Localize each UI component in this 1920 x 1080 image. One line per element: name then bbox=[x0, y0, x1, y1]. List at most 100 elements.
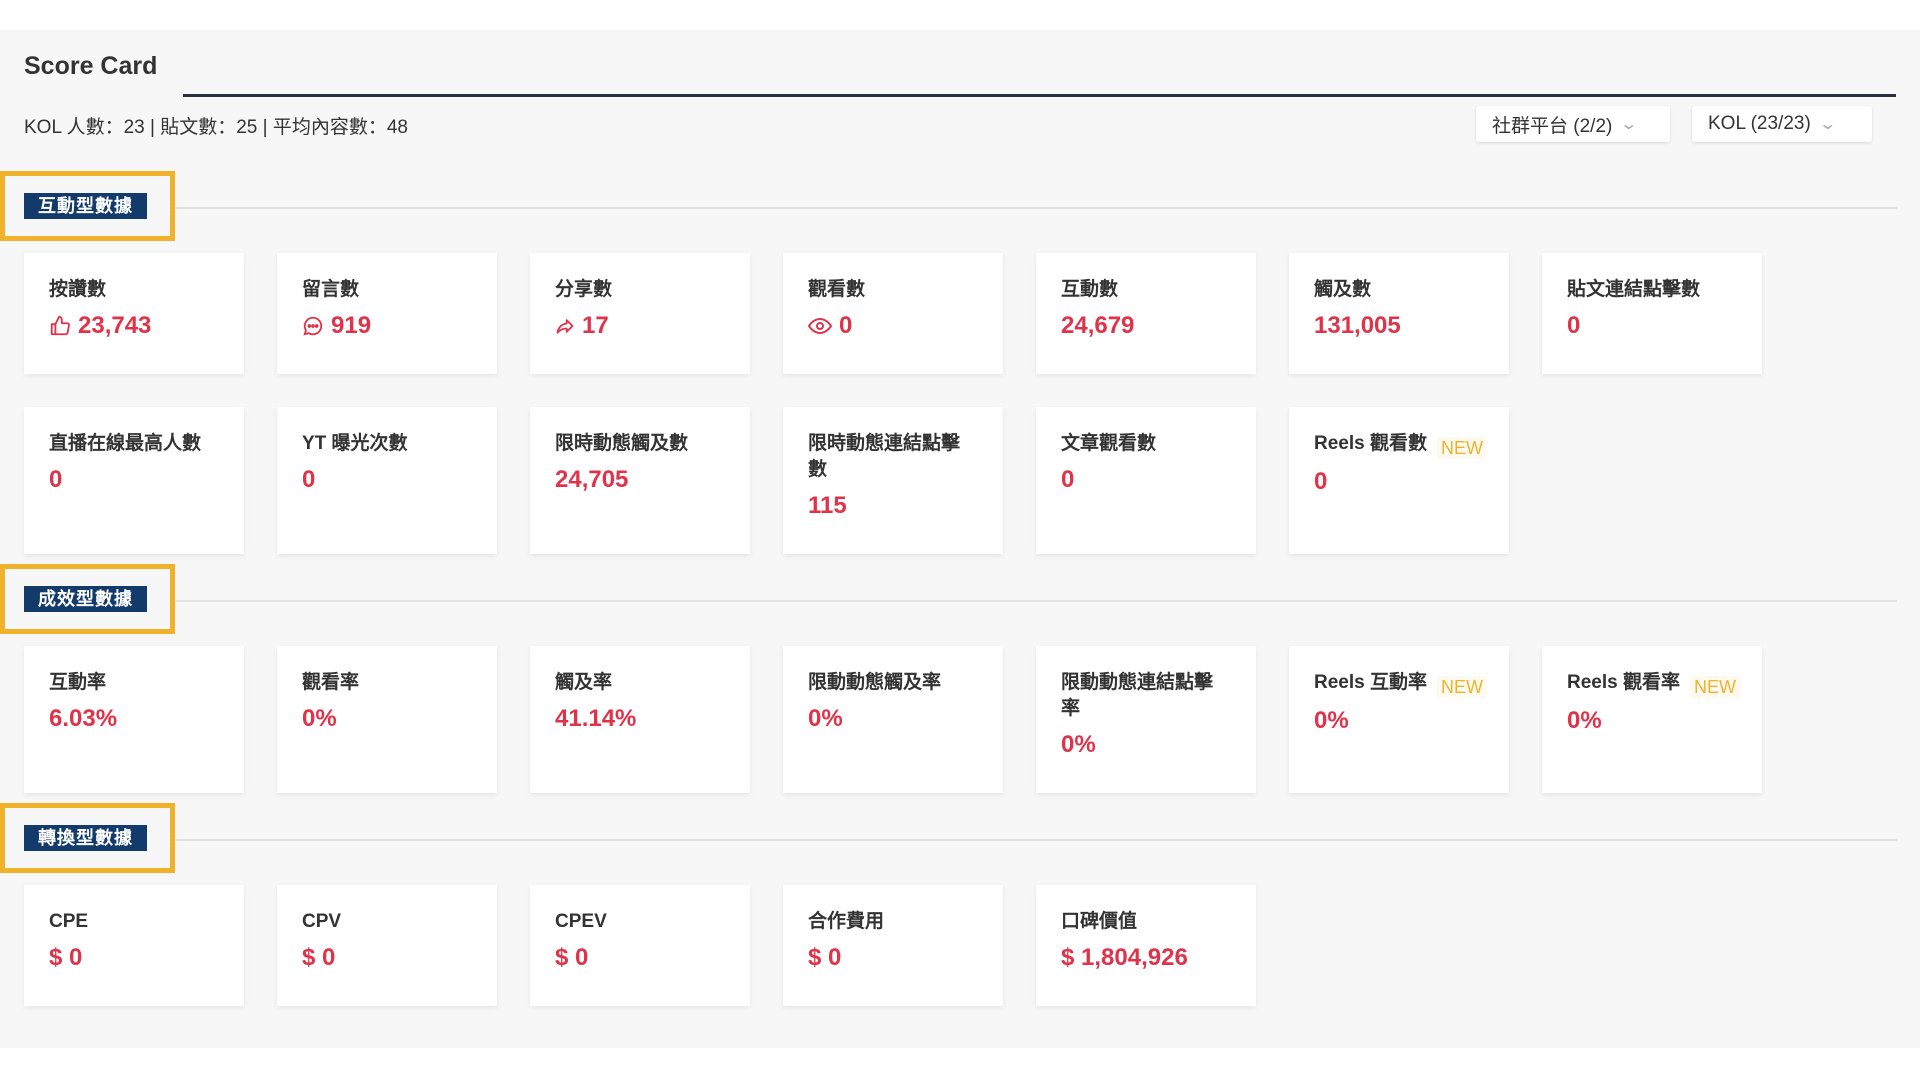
platform-filter-dropdown[interactable]: 社群平台 (2/2) ⌄ bbox=[1476, 106, 1670, 142]
metric-label: 限動動態連結點擊率 bbox=[1061, 672, 1214, 719]
metric-label: 觸及數 bbox=[1314, 279, 1372, 300]
metric-label: CPE bbox=[49, 911, 89, 932]
metric-card-reels-view-rate: Reels 觀看率 NEW 0% bbox=[1542, 646, 1762, 793]
metric-card-word-of-mouth-value: 口碑價值 $ 1,804,926 bbox=[1036, 885, 1256, 1006]
metric-card-cpe: CPE $ 0 bbox=[24, 885, 244, 1006]
metric-card-cpev: CPEV $ 0 bbox=[530, 885, 750, 1006]
metric-value: 23,743 bbox=[78, 312, 152, 339]
metric-label: Reels 觀看數 bbox=[1314, 433, 1427, 454]
metric-label: 觸及率 bbox=[555, 672, 613, 693]
metric-label: 互動數 bbox=[1061, 279, 1119, 300]
new-badge: NEW bbox=[1690, 676, 1740, 698]
metric-label: YT 曝光次數 bbox=[302, 433, 408, 454]
share-icon bbox=[555, 316, 575, 336]
metric-card-story-reach: 限時動態觸及數 24,705 bbox=[530, 407, 750, 554]
metric-card-shares: 分享數 17 bbox=[530, 253, 750, 374]
score-card-panel: Score Card KOL 人數：23 | 貼文數：25 | 平均內容數：48… bbox=[0, 30, 1920, 1048]
metric-label: Reels 觀看率 bbox=[1567, 672, 1680, 693]
section-tag: 轉換型數據 bbox=[24, 825, 147, 851]
metric-label: 留言數 bbox=[302, 279, 360, 300]
section-header-conversion: 轉換型數據 bbox=[0, 803, 1920, 873]
metric-label: 分享數 bbox=[555, 279, 613, 300]
metric-label: 限時動態觸及數 bbox=[555, 433, 689, 454]
summary-stats: KOL 人數：23 | 貼文數：25 | 平均內容數：48 bbox=[24, 117, 408, 138]
metric-value: 0 bbox=[49, 466, 63, 493]
comment-icon bbox=[302, 315, 324, 337]
metric-label: 按讚數 bbox=[49, 279, 107, 300]
eye-icon bbox=[808, 316, 832, 336]
metric-card-engagement-rate: 互動率 6.03% bbox=[24, 646, 244, 793]
metric-value: 6.03% bbox=[49, 705, 118, 732]
metric-card-story-link-click-rate: 限動動態連結點擊率 0% bbox=[1036, 646, 1256, 793]
metric-card-collab-fee: 合作費用 $ 0 bbox=[783, 885, 1003, 1006]
section-divider bbox=[175, 600, 1897, 602]
metric-card-post-link-clicks: 貼文連結點擊數 0 bbox=[1542, 253, 1762, 374]
metric-card-cpv: CPV $ 0 bbox=[277, 885, 497, 1006]
metric-value: 0 bbox=[1567, 312, 1581, 339]
section-tag: 互動型數據 bbox=[24, 193, 147, 219]
metric-label: 限時動態連結點擊數 bbox=[808, 433, 961, 480]
metric-label: 直播在線最高人數 bbox=[49, 433, 202, 454]
metric-value: 17 bbox=[582, 312, 609, 339]
metric-value: 0% bbox=[808, 705, 843, 732]
metric-value: 0 bbox=[1061, 466, 1075, 493]
metric-value: $ 0 bbox=[302, 944, 336, 971]
metric-value: 24,705 bbox=[555, 466, 629, 493]
metric-value: 919 bbox=[331, 312, 372, 339]
metric-label: 互動率 bbox=[49, 672, 107, 693]
metric-card-reels-engagement-rate: Reels 互動率 NEW 0% bbox=[1289, 646, 1509, 793]
metric-value: 0 bbox=[839, 312, 853, 339]
metric-card-reach-rate: 觸及率 41.14% bbox=[530, 646, 750, 793]
title-row: Score Card bbox=[24, 52, 1896, 97]
metric-card-comments: 留言數 919 bbox=[277, 253, 497, 374]
section-header-performance: 成效型數據 bbox=[0, 564, 1920, 634]
metric-value: 0% bbox=[1567, 707, 1602, 734]
kol-filter-label: KOL (23/23) bbox=[1708, 113, 1811, 134]
metric-value: 41.14% bbox=[555, 705, 637, 732]
title-divider bbox=[183, 94, 1896, 97]
thumbs-up-icon bbox=[49, 315, 71, 337]
metric-card-view-rate: 觀看率 0% bbox=[277, 646, 497, 793]
metric-value: $ 0 bbox=[555, 944, 589, 971]
metric-label: CPV bbox=[302, 911, 342, 932]
metric-label: 觀看數 bbox=[808, 279, 866, 300]
metric-value: 0 bbox=[302, 466, 316, 493]
section-divider bbox=[175, 839, 1897, 841]
page-title: Score Card bbox=[24, 52, 158, 80]
metric-value: $ 0 bbox=[808, 944, 842, 971]
metric-label: 口碑價值 bbox=[1061, 911, 1138, 932]
metric-card-article-views: 文章觀看數 0 bbox=[1036, 407, 1256, 554]
metric-card-likes: 按讚數 23,743 bbox=[24, 253, 244, 374]
metric-card-yt-impressions: YT 曝光次數 0 bbox=[277, 407, 497, 554]
metric-value: 0% bbox=[302, 705, 337, 732]
chevron-down-icon: ⌄ bbox=[1619, 116, 1639, 133]
metric-value: $ 0 bbox=[49, 944, 83, 971]
metric-label: CPEV bbox=[555, 911, 607, 932]
metric-value: 115 bbox=[808, 492, 847, 519]
section-divider bbox=[175, 207, 1897, 209]
new-badge: NEW bbox=[1437, 676, 1487, 698]
metric-value: 131,005 bbox=[1314, 312, 1401, 339]
metric-value: 0 bbox=[1314, 468, 1328, 495]
metric-card-reels-views: Reels 觀看數 NEW 0 bbox=[1289, 407, 1509, 554]
metric-card-reach: 觸及數 131,005 bbox=[1289, 253, 1509, 374]
metric-value: $ 1,804,926 bbox=[1061, 944, 1188, 971]
section-tag: 成效型數據 bbox=[24, 586, 147, 612]
metric-card-views: 觀看數 0 bbox=[783, 253, 1003, 374]
metric-label: 合作費用 bbox=[808, 911, 885, 932]
kol-filter-dropdown[interactable]: KOL (23/23) ⌄ bbox=[1692, 106, 1872, 142]
metric-card-engagements: 互動數 24,679 bbox=[1036, 253, 1256, 374]
metric-label: 貼文連結點擊數 bbox=[1567, 279, 1701, 300]
metric-card-story-reach-rate: 限動動態觸及率 0% bbox=[783, 646, 1003, 793]
metric-value: 24,679 bbox=[1061, 312, 1135, 339]
section-header-engagement: 互動型數據 bbox=[0, 171, 1920, 241]
metric-value: 0% bbox=[1314, 707, 1349, 734]
metric-label: Reels 互動率 bbox=[1314, 672, 1427, 693]
metric-card-live-peak-viewers: 直播在線最高人數 0 bbox=[24, 407, 244, 554]
metric-label: 限動動態觸及率 bbox=[808, 672, 942, 693]
platform-filter-label: 社群平台 (2/2) bbox=[1492, 115, 1613, 137]
metric-card-story-link-clicks: 限時動態連結點擊數 115 bbox=[783, 407, 1003, 554]
metric-label: 文章觀看數 bbox=[1061, 433, 1157, 454]
new-badge: NEW bbox=[1437, 437, 1487, 459]
metric-label: 觀看率 bbox=[302, 672, 360, 693]
